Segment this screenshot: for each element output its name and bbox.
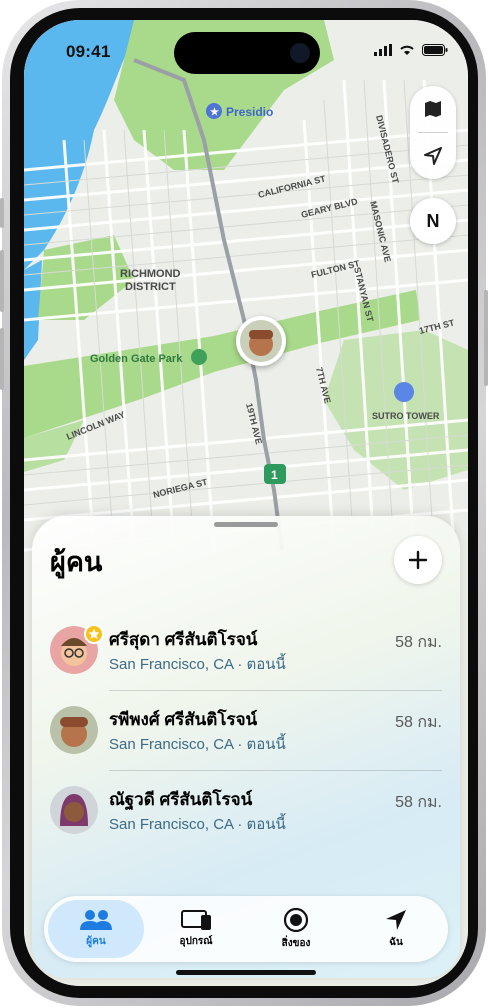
phone-frame: ★ Presidio RICHMOND DISTRICT Golden Gate… [0,0,488,1006]
person-distance: 58 กม. [395,634,442,651]
person-name: รพีพงศ์ ศรีสันติโรจน์ [109,710,258,729]
tab-label: อุปกรณ์ [179,936,213,947]
person-location: San Francisco, CA · ตอนนี้ [109,816,286,833]
tab-me[interactable]: ฉัน [348,900,444,958]
volume-up-button [0,250,4,312]
map-label-district: DISTRICT [125,281,176,293]
person-map-pin[interactable] [236,316,286,366]
avatar [50,706,98,754]
airtag-icon [283,907,309,933]
tab-label: ผู้คน [86,936,106,947]
favorite-star-badge [84,624,104,644]
people-icon [80,910,112,930]
person-name: ศรีสุดา ศรีสันติโรจน์ [109,630,258,649]
locate-me-button[interactable] [410,133,456,179]
person-row[interactable]: ศรีสุดา ศรีสันติโรจน์ San Francisco, CA … [32,624,460,706]
person-row[interactable]: ณัฐวดี ศรีสันติโรจน์ San Francisco, CA ·… [32,786,460,866]
dynamic-island [174,32,320,74]
map-mode-button[interactable] [410,86,456,132]
svg-text:★: ★ [210,107,219,118]
map-icon [425,101,441,117]
screen: ★ Presidio RICHMOND DISTRICT Golden Gate… [24,20,468,986]
location-arrow-icon [386,910,406,930]
wifi-icon [400,45,414,55]
map-label-richmond: RICHMOND [120,268,181,280]
person-location: San Francisco, CA · ตอนนี้ [109,736,286,753]
avatar [50,786,98,834]
tab-label: สิ่งของ [281,938,311,949]
action-button [0,198,4,228]
star-icon [88,628,100,639]
battery-icon [422,44,448,56]
plus-icon [408,550,428,570]
sheet-grabber[interactable] [214,522,278,527]
status-time: 09:41 [66,42,111,61]
person-distance: 58 กม. [395,714,442,731]
signal-icon [374,44,392,56]
status-icons [374,44,448,56]
tab-label: ฉัน [389,937,403,948]
person-location: San Francisco, CA · ตอนนี้ [109,656,286,673]
row-divider [109,690,442,691]
power-button [484,290,488,386]
tab-items[interactable]: สิ่งของ [248,900,344,958]
map-label-presidio: Presidio [226,105,273,119]
devices-icon [181,910,211,930]
camera-icon [290,43,310,63]
person-row[interactable]: รพีพงศ์ ศรีสันติโรจน์ San Francisco, CA … [32,706,460,786]
memoji-avatar [240,320,282,362]
route-shield: 1 [271,468,278,482]
row-divider [109,770,442,771]
compass-label: N [426,210,440,231]
sheet-title: ผู้คน [50,547,103,577]
tab-bar: ผู้คน อุปกรณ์ สิ่งของ ฉัน [44,896,448,962]
person-name: ณัฐวดี ศรีสันติโรจน์ [109,790,253,809]
home-indicator[interactable] [176,970,316,975]
volume-down-button [0,328,4,390]
person-distance: 58 กม. [395,794,442,811]
add-person-button[interactable] [394,536,442,584]
tab-people[interactable]: ผู้คน [48,900,144,958]
map-label-golden-gate-park: Golden Gate Park [90,353,183,365]
compass-button[interactable]: N [410,198,456,244]
map-controls [410,86,456,179]
location-arrow-icon [424,147,442,165]
map-label-sutro-tower: SUTRO TOWER [372,411,440,421]
tab-devices[interactable]: อุปกรณ์ [148,900,244,958]
